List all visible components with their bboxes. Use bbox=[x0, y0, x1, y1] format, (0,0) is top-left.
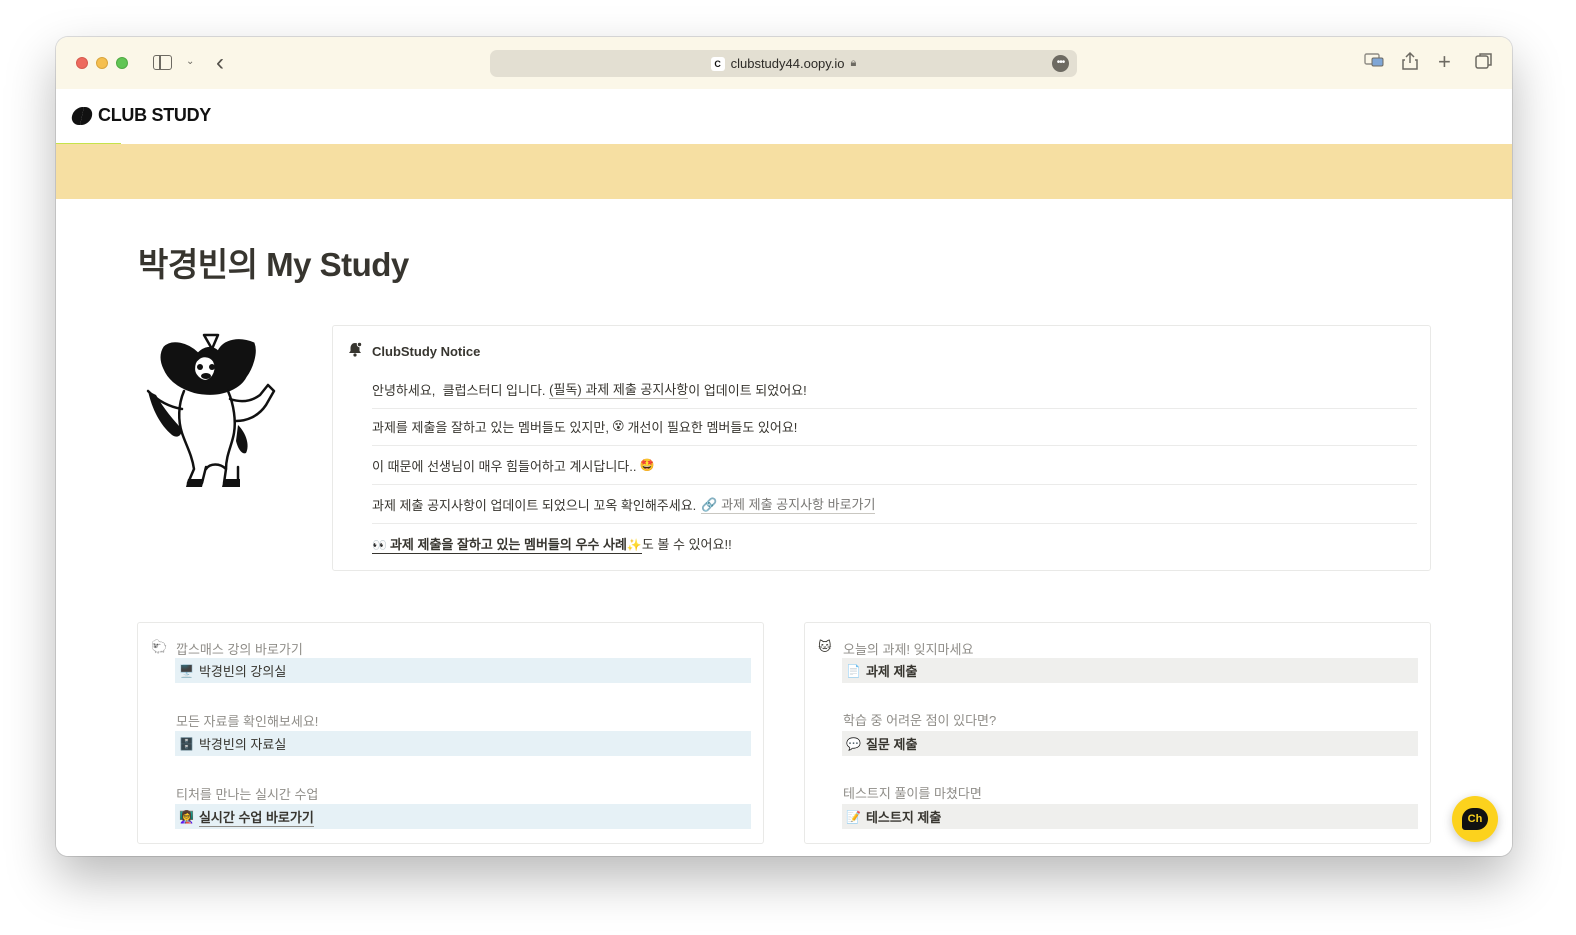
test-submit-link[interactable]: 📝 테스트지 제출 bbox=[842, 804, 1418, 829]
minimize-window-button[interactable] bbox=[96, 57, 108, 69]
notice-shortcut-link[interactable]: 🔗 과제 제출 공지사항 바로가기 bbox=[701, 494, 876, 514]
notice-line-1-suffix: 이 업데이트 되었어요! bbox=[688, 382, 807, 398]
star-eyes-face-icon: 🤩 bbox=[639, 458, 655, 472]
cover-banner bbox=[56, 144, 1512, 199]
notice-line-3-text: 이 때문에 선생님이 매우 힘들어하고 계시답니다.. bbox=[372, 458, 637, 474]
sparkles-icon: ✨ bbox=[626, 537, 642, 552]
browser-toolbar: ⌄ ‹ C clubstudy44.oopy.io 🔒︎ ••• + bbox=[56, 37, 1512, 89]
test-label: 테스트지 풀이를 마쳤다면 bbox=[843, 786, 982, 801]
notice-line-4-prefix: 과제 제출 공지사항이 업데이트 되었으니 꼬옥 확인해주세요. bbox=[372, 497, 697, 513]
browser-window: ⌄ ‹ C clubstudy44.oopy.io 🔒︎ ••• + CLUB … bbox=[56, 37, 1512, 856]
live-class-label: 티처를 만나는 실시간 수업 bbox=[176, 787, 319, 802]
file-cabinet-icon: 🗄️ bbox=[179, 736, 194, 751]
best-examples-link-text: 과제 제출을 잘하고 있는 멤버들의 우수 사례 bbox=[389, 536, 627, 552]
materials-link-text: 박경빈의 자료실 bbox=[198, 737, 287, 752]
page-icon: 📄 bbox=[846, 663, 861, 678]
notice-line-2: 과제를 제출을 잘하고 있는 멤버들도 있지만, 😵 개선이 필요한 멤버들도 … bbox=[372, 407, 1417, 446]
today-assignment-label: 오늘의 과제! 잊지마세요 bbox=[843, 642, 974, 657]
dizzy-face-icon: 😵 bbox=[611, 419, 625, 433]
logo-mark-icon bbox=[70, 106, 94, 125]
speech-bubble-icon: 💬 bbox=[846, 736, 861, 751]
share-screen-icon[interactable] bbox=[1364, 51, 1384, 73]
back-arrow-icon[interactable]: ‹ bbox=[216, 49, 224, 77]
url-text[interactable]: clubstudy44.oopy.io bbox=[731, 56, 845, 71]
live-class-link-text: 실시간 수업 바로가기 bbox=[198, 807, 314, 827]
notice-title: ClubStudy Notice bbox=[372, 343, 481, 359]
lecture-shortcut-label: 깝스매스 강의 바로가기 bbox=[176, 642, 303, 657]
notice-line-5: 👀 과제 제출을 잘하고 있는 멤버들의 우수 사례✨ 도 볼 수 있어요!! bbox=[372, 524, 1417, 563]
chat-bubble-icon: Ch bbox=[1462, 808, 1488, 830]
sidebar-toggle-icon[interactable] bbox=[153, 55, 172, 70]
notice-line-1-prefix: 안녕하세요, 클럽스터디 입니다. bbox=[372, 382, 550, 398]
notice-line-3: 이 때문에 선생님이 매우 힘들어하고 계시답니다.. 🤩 bbox=[372, 446, 1417, 485]
channel-talk-button[interactable]: Ch bbox=[1452, 796, 1498, 842]
close-window-button[interactable] bbox=[76, 57, 88, 69]
share-icon[interactable] bbox=[1401, 51, 1419, 76]
classroom-link-text: 박경빈의 강의실 bbox=[198, 664, 287, 679]
sheep-icon: 🐑 bbox=[151, 639, 168, 654]
site-favicon-icon: C bbox=[710, 56, 725, 71]
notice-line-5-suffix: 도 볼 수 있어요!! bbox=[641, 537, 732, 552]
question-submit-text: 질문 제출 bbox=[865, 737, 918, 752]
desktop-computer-icon: 🖥️ bbox=[179, 663, 194, 678]
more-options-icon[interactable]: ••• bbox=[1052, 55, 1069, 72]
notice-header: ClubStudy Notice bbox=[348, 341, 481, 360]
submission-links-card: 🐱 오늘의 과제! 잊지마세요 📄 과제 제출 학습 중 어려운 점이 있다면?… bbox=[804, 622, 1431, 844]
assignment-submit-link[interactable]: 📄 과제 제출 bbox=[842, 658, 1418, 683]
page-title: 박경빈의 My Study bbox=[138, 246, 409, 283]
memo-icon: 📝 bbox=[846, 809, 861, 824]
live-class-link[interactable]: 👩‍🏫 실시간 수업 바로가기 bbox=[175, 804, 751, 829]
notice-line-2-suffix: 개선이 필요한 멤버들도 있어요! bbox=[627, 419, 798, 435]
assignment-submit-text: 과제 제출 bbox=[865, 664, 918, 679]
question-submit-link[interactable]: 💬 질문 제출 bbox=[842, 731, 1418, 756]
site-header: CLUB STUDY bbox=[56, 89, 1512, 144]
best-examples-link[interactable]: 👀 과제 제출을 잘하고 있는 멤버들의 우수 사례✨ bbox=[372, 534, 642, 554]
logo-text: CLUB STUDY bbox=[98, 105, 211, 125]
teacher-icon: 👩‍🏫 bbox=[179, 809, 194, 824]
classroom-link[interactable]: 🖥️ 박경빈의 강의실 bbox=[175, 658, 751, 683]
notice-essential-link[interactable]: (필독) 과제 제출 공지사항 bbox=[549, 379, 689, 399]
chevron-down-icon[interactable]: ⌄ bbox=[186, 56, 194, 67]
lecture-links-card: 🐑 깝스매스 강의 바로가기 🖥️ 박경빈의 강의실 모든 자료를 확인해보세요… bbox=[137, 622, 764, 844]
address-bar[interactable]: C clubstudy44.oopy.io 🔒︎ ••• bbox=[490, 50, 1077, 77]
zoom-window-button[interactable] bbox=[116, 57, 128, 69]
cat-icon: 🐱 bbox=[818, 639, 832, 654]
dog-illustration bbox=[146, 333, 276, 487]
bell-icon bbox=[348, 341, 363, 360]
question-label: 학습 중 어려운 점이 있다면? bbox=[843, 713, 997, 728]
club-study-logo[interactable]: CLUB STUDY bbox=[70, 105, 211, 126]
materials-link[interactable]: 🗄️ 박경빈의 자료실 bbox=[175, 731, 751, 756]
notice-callout: ClubStudy Notice 안녕하세요, 클럽스터디 입니다. (필독) … bbox=[332, 325, 1431, 571]
notice-line-2-prefix: 과제를 제출을 잘하고 있는 멤버들도 있지만, bbox=[372, 419, 609, 435]
eyes-icon: 👀 bbox=[372, 537, 387, 552]
tab-overview-icon[interactable] bbox=[1474, 51, 1494, 76]
page-content: CLUB STUDY 박경빈의 My Study ClubStudy Notic… bbox=[56, 89, 1512, 856]
notice-line-1: 안녕하세요, 클럽스터디 입니다. (필독) 과제 제출 공지사항 이 업데이트… bbox=[372, 370, 1417, 409]
notice-line-4: 과제 제출 공지사항이 업데이트 되었으니 꼬옥 확인해주세요. 🔗 과제 제출… bbox=[372, 485, 1417, 524]
lock-icon: 🔒︎ bbox=[850, 57, 857, 69]
test-submit-text: 테스트지 제출 bbox=[865, 810, 942, 825]
materials-label: 모든 자료를 확인해보세요! bbox=[176, 714, 319, 729]
new-tab-plus-icon[interactable]: + bbox=[1438, 51, 1451, 73]
